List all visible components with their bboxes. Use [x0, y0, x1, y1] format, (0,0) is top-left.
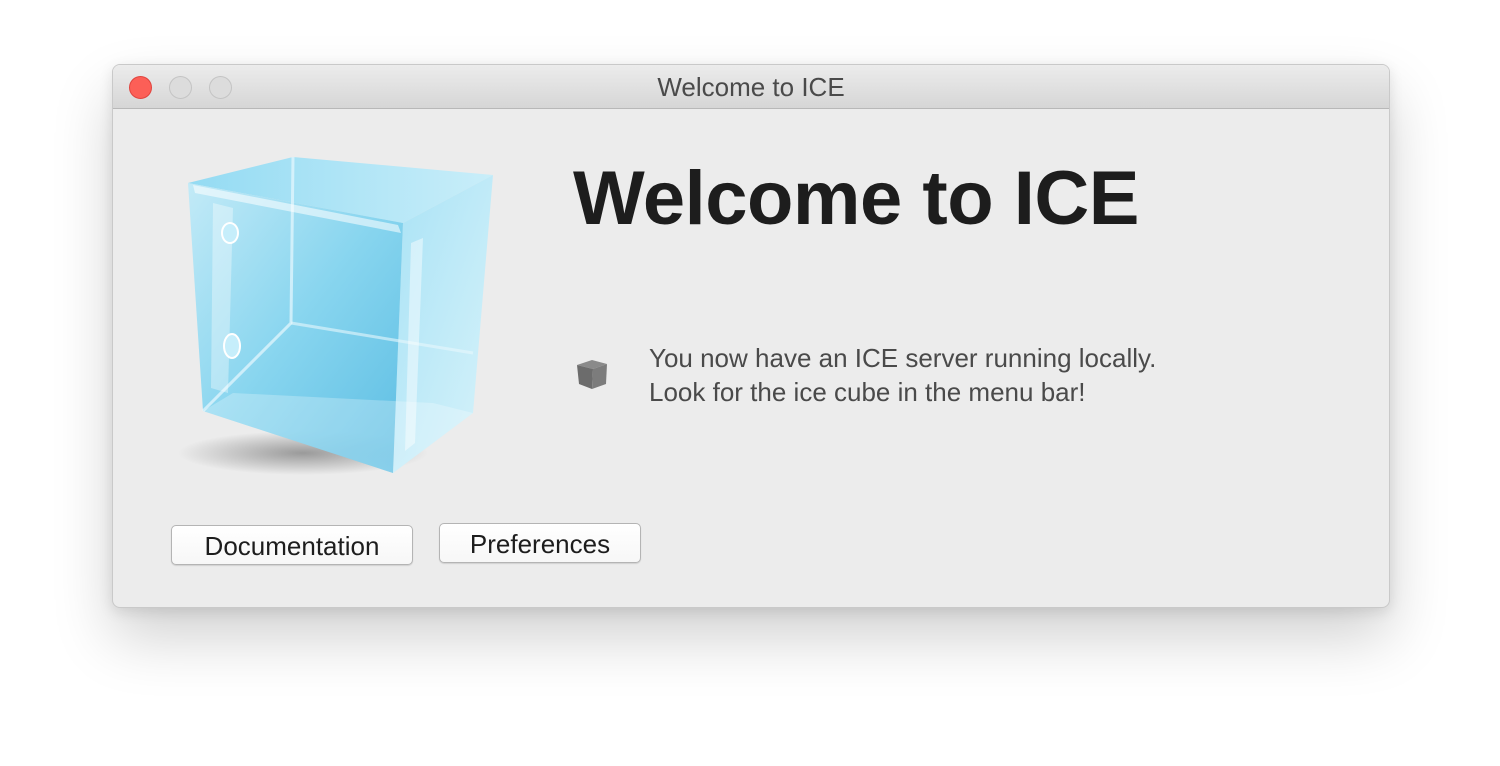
preferences-button[interactable]: Preferences: [439, 523, 641, 563]
title-bar[interactable]: Welcome to ICE: [113, 65, 1389, 109]
documentation-button[interactable]: Documentation: [171, 525, 413, 565]
window-title: Welcome to ICE: [657, 72, 845, 102]
menubar-cube-icon: [577, 360, 607, 389]
welcome-heading: Welcome to ICE: [573, 156, 1139, 241]
message-line: You now have an ICE server running local…: [649, 343, 1157, 373]
ice-cube-icon: [178, 156, 493, 475]
message-line: Look for the ice cube in the menu bar!: [649, 377, 1086, 407]
welcome-window: Welcome to ICE Welcome to ICE You now ha…: [112, 64, 1390, 608]
server-status-message: You now have an ICE server running local…: [649, 341, 1156, 409]
